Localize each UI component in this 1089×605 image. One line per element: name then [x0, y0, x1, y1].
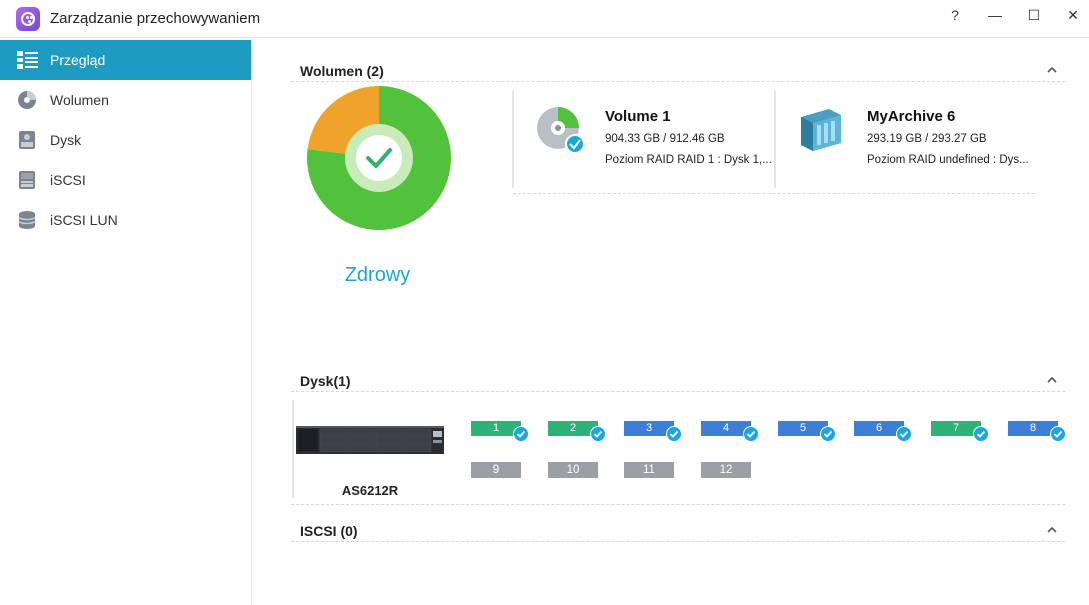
- sidebar-item-volume[interactable]: Wolumen: [0, 80, 251, 120]
- volume-raid: Poziom RAID RAID 1 : Dysk 1,...: [605, 154, 772, 166]
- close-button[interactable]: ✕: [1058, 4, 1088, 26]
- disk-bay-8[interactable]: 8: [1008, 421, 1066, 442]
- disk-bay-label: 1: [492, 422, 500, 434]
- volume-size: 293.19 GB / 293.27 GB: [867, 133, 987, 145]
- volumes-section-header[interactable]: Wolumen (2): [291, 60, 1065, 82]
- device-name: AS6212R: [341, 483, 399, 498]
- chevron-up-icon[interactable]: [1047, 372, 1057, 386]
- sidebar-item-overview[interactable]: Przegląd: [0, 40, 251, 80]
- disk-bay-label: 3: [645, 422, 653, 434]
- volume-card-volume-1[interactable]: Volume 1 904.33 GB / 912.46 GB Poziom RA…: [513, 88, 773, 188]
- sidebar-item-iscsi[interactable]: iSCSI: [0, 160, 251, 200]
- sidebar-item-label: iSCSI LUN: [50, 212, 118, 228]
- disk-bay-6[interactable]: 6: [854, 421, 912, 442]
- sidebar-item-disk[interactable]: Dysk: [0, 120, 251, 160]
- disk-bay-11[interactable]: 11: [624, 462, 674, 478]
- volume-name: MyArchive 6: [867, 108, 956, 125]
- sidebar-item-iscsi-lun[interactable]: iSCSI LUN: [0, 200, 251, 240]
- iscsi-section-header[interactable]: ISCSI (0): [291, 520, 1065, 542]
- disk-bay-2[interactable]: 2: [548, 421, 606, 442]
- sidebar-item-label: Wolumen: [50, 92, 109, 108]
- disk-bay-label: 9: [492, 464, 500, 476]
- disk-healthy-check-icon: [513, 426, 529, 442]
- disk-bay-label: 2: [569, 422, 577, 434]
- window-title: Zarządzanie przechowywaniem: [50, 10, 261, 27]
- iscsi-icon: [19, 171, 35, 189]
- disk-healthy-check-icon: [590, 426, 606, 442]
- disk-healthy-check-icon: [820, 426, 836, 442]
- sidebar-item-label: iSCSI: [50, 172, 86, 188]
- disk-healthy-check-icon: [973, 426, 989, 442]
- section-title: ISCSI (0): [300, 523, 358, 539]
- volume-size: 904.33 GB / 912.46 GB: [605, 133, 725, 145]
- overview-icon: [17, 51, 38, 69]
- disk-bay-5[interactable]: 5: [778, 421, 836, 442]
- volume-disk-icon: [537, 107, 585, 154]
- donut-center: [356, 135, 402, 181]
- disk-bay-label: 10: [566, 464, 580, 476]
- app-icon: [16, 7, 40, 31]
- disk-healthy-check-icon: [896, 426, 912, 442]
- disk-healthy-check-icon: [1050, 426, 1066, 442]
- minimize-icon: —: [988, 7, 1002, 23]
- help-button[interactable]: ?: [940, 4, 970, 26]
- disks-section-header[interactable]: Dysk(1): [291, 370, 1065, 392]
- chevron-up-icon[interactable]: [1047, 522, 1057, 536]
- title-bar: Zarządzanie przechowywaniem ? — ☐ ✕: [0, 0, 1089, 38]
- disk-bay-label: 12: [719, 464, 733, 476]
- nas-device-image[interactable]: [296, 426, 444, 454]
- disk-bay-10[interactable]: 10: [548, 462, 598, 478]
- disk-bay-7[interactable]: 7: [931, 421, 989, 442]
- health-status: Zdrowy: [344, 264, 411, 286]
- volume-name: Volume 1: [605, 108, 671, 125]
- close-icon: ✕: [1067, 6, 1079, 23]
- section-title: Wolumen (2): [300, 63, 384, 79]
- disk-icon: [19, 131, 35, 149]
- health-donut-chart: [307, 86, 452, 231]
- disk-bay-9[interactable]: 9: [471, 462, 521, 478]
- disk-bay-label: 8: [1029, 422, 1037, 434]
- maximize-icon: ☐: [1027, 6, 1041, 23]
- disk-bay-12[interactable]: 12: [701, 462, 751, 478]
- disk-bay-1[interactable]: 1: [471, 421, 529, 442]
- iscsi-lun-icon: [18, 211, 36, 229]
- sidebar-item-label: Przegląd: [50, 52, 106, 68]
- disk-healthy-check-icon: [743, 426, 759, 442]
- disk-bay-label: 6: [875, 422, 883, 434]
- sidebar: Przegląd Wolumen Dysk iSCSI iSCSI LUN: [0, 39, 252, 605]
- volume-icon: [18, 91, 36, 109]
- disk-bay-4[interactable]: 4: [701, 421, 759, 442]
- maximize-button[interactable]: ☐: [1019, 4, 1049, 26]
- help-icon: ?: [951, 7, 959, 23]
- volume-card-myarchive-6[interactable]: MyArchive 6 293.19 GB / 293.27 GB Poziom…: [775, 88, 1037, 188]
- volume-raid: Poziom RAID undefined : Dys...: [867, 154, 1029, 166]
- disk-bay-label: 7: [952, 422, 960, 434]
- sidebar-item-label: Dysk: [50, 132, 82, 148]
- disk-healthy-check-icon: [666, 426, 682, 442]
- disk-bay-label: 5: [799, 422, 807, 434]
- minimize-button[interactable]: —: [980, 4, 1010, 26]
- disk-bay-3[interactable]: 3: [624, 421, 682, 442]
- chevron-up-icon[interactable]: [1047, 62, 1057, 76]
- disk-bay-label: 11: [643, 464, 655, 476]
- disk-bay-label: 4: [722, 422, 730, 434]
- myarchive-icon: [801, 109, 841, 151]
- section-title: Dysk(1): [300, 373, 351, 389]
